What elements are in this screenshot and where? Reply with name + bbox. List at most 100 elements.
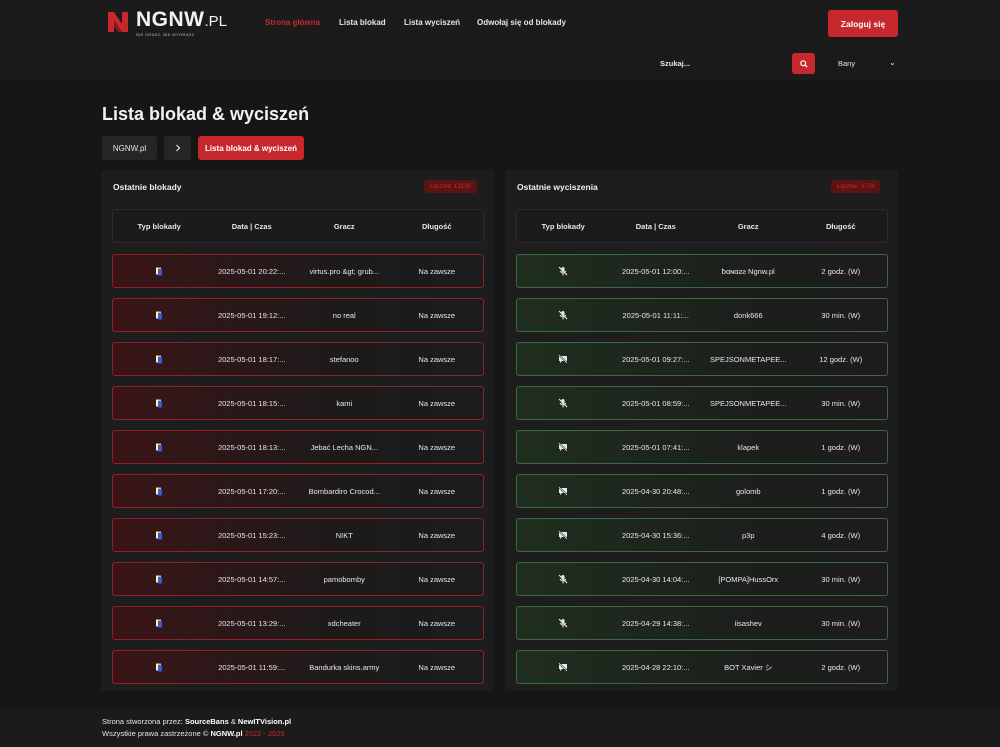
chat-off-icon [558, 486, 568, 496]
nav-ban-list[interactable]: Lista blokad [339, 18, 386, 27]
mutes-panel: Ostatnie wyciszenia Łącznie: 3724 Typ bl… [505, 170, 898, 691]
mic-off-icon [558, 398, 568, 408]
table-row[interactable]: 2025-05-01 18:15:... kami Na zawsze [112, 386, 484, 420]
player-cell: xdcheater [327, 618, 361, 628]
table-row[interactable]: 2025-05-01 13:29:... xdcheater Na zawsze [112, 606, 484, 640]
ban-type-cell [113, 575, 206, 584]
table-row[interactable]: 2025-04-30 15:36:... p3p 4 godz. (W) [516, 518, 888, 552]
column-header: Długość [825, 221, 856, 231]
player-cell: SPEJSONMETAPEE... [709, 398, 787, 408]
table-row[interactable]: 2025-05-01 17:20:... Bombardiro Crocod...… [112, 474, 484, 508]
logo-mark-icon [108, 12, 128, 32]
date-cell: 2025-05-01 17:20:... [217, 486, 286, 496]
table-row[interactable]: 2025-05-01 12:00:... ƀɑɴɑƨƨ Ngnw.pl 2 godz… [516, 254, 888, 288]
chevron-down-icon[interactable]: ⌄ [889, 58, 896, 67]
date-cell: 2025-05-01 14:57:... [217, 574, 286, 584]
search-button[interactable] [792, 53, 815, 74]
table-row[interactable]: 2025-04-28 22:10:... BOT Xavier シ 2 godz. … [516, 650, 888, 684]
table-row[interactable]: 2025-04-30 14:04:... [POMPA]HussOrx 30 min… [516, 562, 888, 596]
date-cell: 2025-05-01 15:23:... [217, 530, 286, 540]
breadcrumb-current[interactable]: Lista blokad & wyciszeń [198, 136, 304, 160]
length-cell: 2 godz. (W) [821, 662, 861, 672]
date-cell: 2025-05-01 07:41:... [621, 442, 690, 452]
mute-type-cell [517, 662, 610, 672]
player-cell: Bandurka skins.army [309, 662, 380, 672]
steam-ban-icon [156, 619, 163, 627]
table-row[interactable]: 2025-05-01 18:13:... Jebać Lecha NGN... Na… [112, 430, 484, 464]
credit-link-newitvision[interactable]: NewITVision.pl [238, 717, 291, 726]
bans-table-header: Typ blokady Data | Czas Gracz Długość [112, 209, 484, 243]
footer-copyright: Wszystkie prawa zastrzeżone © NGNW.pl 20… [102, 729, 285, 738]
length-cell: 30 min. (W) [821, 574, 861, 584]
ban-type-cell [113, 487, 206, 496]
table-row[interactable]: 2025-05-01 08:59:... SPEJSONMETAPEE... 30 … [516, 386, 888, 420]
date-cell: 2025-05-01 18:17:... [217, 354, 286, 364]
mute-type-cell [517, 530, 610, 540]
length-cell: 30 min. (W) [821, 398, 861, 408]
column-header: Typ blokady [137, 221, 181, 231]
table-row[interactable]: 2025-05-01 07:41:... klapek 1 godz. (W) [516, 430, 888, 464]
length-cell: 2 godz. (W) [821, 266, 861, 276]
table-row[interactable]: 2025-04-29 14:38:... iisashev 30 min. (W) [516, 606, 888, 640]
table-row[interactable]: 2025-05-01 18:17:... stefanoo Na zawsze [112, 342, 484, 376]
mic-off-icon [558, 310, 568, 320]
player-cell: iisashev [734, 618, 762, 628]
steam-ban-icon [156, 399, 163, 407]
nav-mute-list[interactable]: Lista wyciszeń [404, 18, 460, 27]
site-logo[interactable]: NGNW.PL NIE GRASZ, NIE WYGRASZ [106, 9, 228, 37]
length-cell: Na zawsze [418, 398, 456, 408]
nav-home[interactable]: Strona główna [265, 18, 320, 27]
date-cell: 2025-04-30 15:36:... [621, 530, 690, 540]
ban-type-cell [113, 443, 206, 452]
table-row[interactable]: 2025-05-01 19:12:... no real Na zawsze [112, 298, 484, 332]
search-icon [799, 59, 808, 68]
mic-off-icon [558, 574, 568, 584]
player-cell: klapek [737, 442, 760, 452]
ban-type-cell [113, 311, 206, 320]
mutes-table-header: Typ blokady Data | Czas Gracz Długość [516, 209, 888, 243]
player-cell: donk666 [733, 310, 763, 320]
ban-type-cell [113, 267, 206, 276]
player-cell: NIKT [335, 530, 353, 540]
date-cell: 2025-05-01 11:59:... [218, 662, 286, 672]
date-cell: 2025-05-01 11:11:... [622, 310, 689, 320]
table-row[interactable]: 2025-04-30 20:48:... golomb 1 godz. (W) [516, 474, 888, 508]
date-cell: 2025-05-01 18:15:... [217, 398, 286, 408]
length-cell: 30 min. (W) [821, 310, 861, 320]
chat-off-icon [558, 662, 568, 672]
table-row[interactable]: 2025-05-01 11:59:... Bandurka skins.army N… [112, 650, 484, 684]
type-select[interactable]: Bany [838, 59, 855, 68]
date-cell: 2025-04-30 20:48:... [621, 486, 690, 496]
date-cell: 2025-04-29 14:38:... [621, 618, 690, 628]
table-row[interactable]: 2025-05-01 11:11:... donk666 30 min. (W) [516, 298, 888, 332]
mute-type-cell [517, 486, 610, 496]
chevron-right-icon [175, 144, 180, 152]
bans-panel: Ostatnie blokady Łącznie: 13138 Typ blok… [101, 170, 494, 691]
logo-suffix: .PL [204, 13, 228, 30]
length-cell: Na zawsze [418, 574, 456, 584]
bans-total-badge: Łącznie: 13138 [424, 180, 477, 193]
table-row[interactable]: 2025-05-01 09:27:... SPEJSONMETAPEE... 12 … [516, 342, 888, 376]
mutes-panel-title: Ostatnie wyciszenia [517, 182, 598, 192]
breadcrumb-home[interactable]: NGNW.pl [102, 136, 157, 160]
column-header: Gracz [333, 221, 355, 231]
date-cell: 2025-05-01 13:29:... [217, 618, 286, 628]
bans-table-body: 2025-05-01 20:22:... virtus.pro &gt; grub… [112, 254, 484, 694]
table-row[interactable]: 2025-05-01 15:23:... NIKT Na zawsze [112, 518, 484, 552]
steam-ban-icon [156, 267, 163, 275]
ban-type-cell [113, 663, 206, 672]
date-cell: 2025-05-01 09:27:... [621, 354, 690, 364]
mute-type-cell [517, 618, 610, 628]
column-header: Data | Czas [231, 221, 272, 231]
table-row[interactable]: 2025-05-01 14:57:... pamobomby Na zawsze [112, 562, 484, 596]
nav-appeal[interactable]: Odwołaj się od blokady [477, 18, 566, 27]
player-cell: BOT Xavier シ [724, 662, 773, 672]
login-button[interactable]: Zaloguj się [828, 10, 898, 37]
date-cell: 2025-04-30 14:04:... [621, 574, 690, 584]
chat-off-icon [558, 442, 568, 452]
ban-type-cell [113, 355, 206, 364]
search-input[interactable]: Szukaj... [660, 59, 690, 68]
credit-link-sourcebans[interactable]: SourceBans [185, 717, 229, 726]
mic-off-icon [558, 618, 568, 628]
table-row[interactable]: 2025-05-01 20:22:... virtus.pro &gt; grub… [112, 254, 484, 288]
